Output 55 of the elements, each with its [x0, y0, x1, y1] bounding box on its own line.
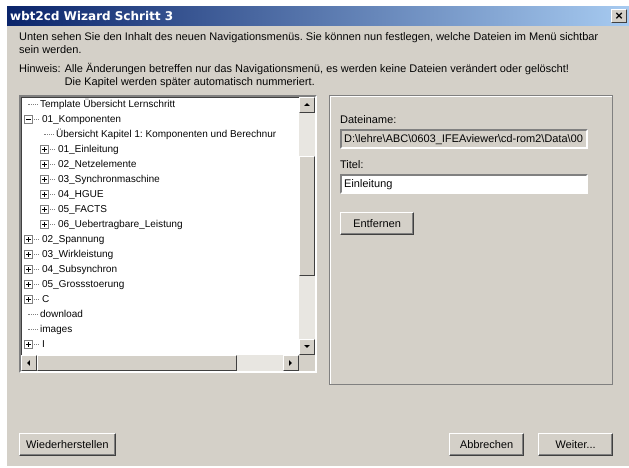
remove-button[interactable]: Entfernen [340, 212, 414, 235]
tree-item[interactable]: 01_Komponenten [42, 114, 121, 125]
scroll-down-button[interactable] [299, 339, 315, 355]
tree-item[interactable]: C [42, 294, 50, 305]
tree-item[interactable]: 02_Netzelemente [58, 159, 136, 170]
down-arrow-icon [303, 343, 311, 351]
next-button[interactable]: Weiter... [538, 433, 613, 456]
tree-item[interactable]: 02_Spannung [42, 234, 104, 245]
collapse-icon[interactable] [24, 115, 33, 124]
scroll-right-button[interactable] [283, 355, 299, 371]
tree-item[interactable]: download [40, 309, 83, 320]
tree-item[interactable]: 05_Grossstoerung [42, 279, 124, 290]
tree-item[interactable]: 04_HGUE [58, 189, 104, 200]
vertical-scrollbar[interactable] [299, 97, 315, 355]
filename-field[interactable]: D:\lehre\ABC\0603_IFEAviewer\cd-rom2\Data\00 [340, 129, 588, 149]
hint-text: Alle Änderungen betreffen nur das Navigationsmenü, es werden keine Dateien verändert oder gelöscht! [64, 63, 569, 76]
scroll-up-button[interactable] [299, 97, 315, 113]
expand-icon[interactable] [24, 265, 33, 274]
expand-icon[interactable] [40, 160, 49, 169]
title-field[interactable]: Einleitung [340, 174, 588, 194]
expand-icon[interactable] [40, 190, 49, 199]
tree-item[interactable]: 01_Einleitung [58, 144, 119, 155]
tree-item[interactable]: I [42, 339, 45, 350]
tree-item[interactable]: images [40, 324, 72, 335]
expand-icon[interactable] [24, 250, 33, 259]
tree-item[interactable]: 04_Subsynchron [42, 264, 118, 275]
hint-text: Die Kapitel werden später automatisch nummeriert. [64, 76, 316, 89]
cancel-button[interactable]: Abbrechen [449, 433, 524, 456]
expand-icon[interactable] [24, 235, 33, 244]
right-arrow-icon [287, 359, 295, 367]
restore-button[interactable]: Wiederherstellen [19, 433, 116, 456]
tree-item[interactable]: 05_FACTS [58, 204, 107, 215]
expand-icon[interactable] [24, 340, 33, 349]
horizontal-scrollbar[interactable] [21, 355, 299, 371]
up-arrow-icon [303, 101, 311, 109]
expand-icon[interactable] [40, 175, 49, 184]
tree-item[interactable]: Template Übersicht Lernschritt [40, 99, 176, 110]
close-button[interactable]: × [611, 9, 627, 23]
filename-label: Dateiname: [340, 114, 398, 126]
expand-icon[interactable] [40, 220, 49, 229]
tree-item[interactable]: 06_Uebertragbare_Leistung [58, 219, 183, 230]
window-title: wbt2cd Wizard Schritt 3 [10, 9, 174, 23]
tree-item[interactable]: 03_Synchronmaschine [58, 174, 160, 185]
intro-text: Unten sehen Sie den Inhalt des neuen Navigationsmenüs. Sie können nun festlegen, welche Dateien im Menü sichtbar sein werden. [19, 31, 600, 57]
expand-icon[interactable] [24, 295, 33, 304]
expand-icon[interactable] [40, 145, 49, 154]
scroll-left-button[interactable] [21, 355, 37, 371]
expand-icon[interactable] [24, 280, 33, 289]
tree-item[interactable]: 03_Wirkleistung [42, 249, 114, 260]
expand-icon[interactable] [40, 205, 49, 214]
tree-item[interactable]: Übersicht Kapitel 1: Komponenten und Berechnur [56, 129, 276, 140]
scrollbar-corner [299, 355, 315, 371]
left-arrow-icon [25, 359, 33, 367]
hint-label: Hinweis: [19, 63, 61, 77]
title-label: Titel: [340, 159, 364, 171]
